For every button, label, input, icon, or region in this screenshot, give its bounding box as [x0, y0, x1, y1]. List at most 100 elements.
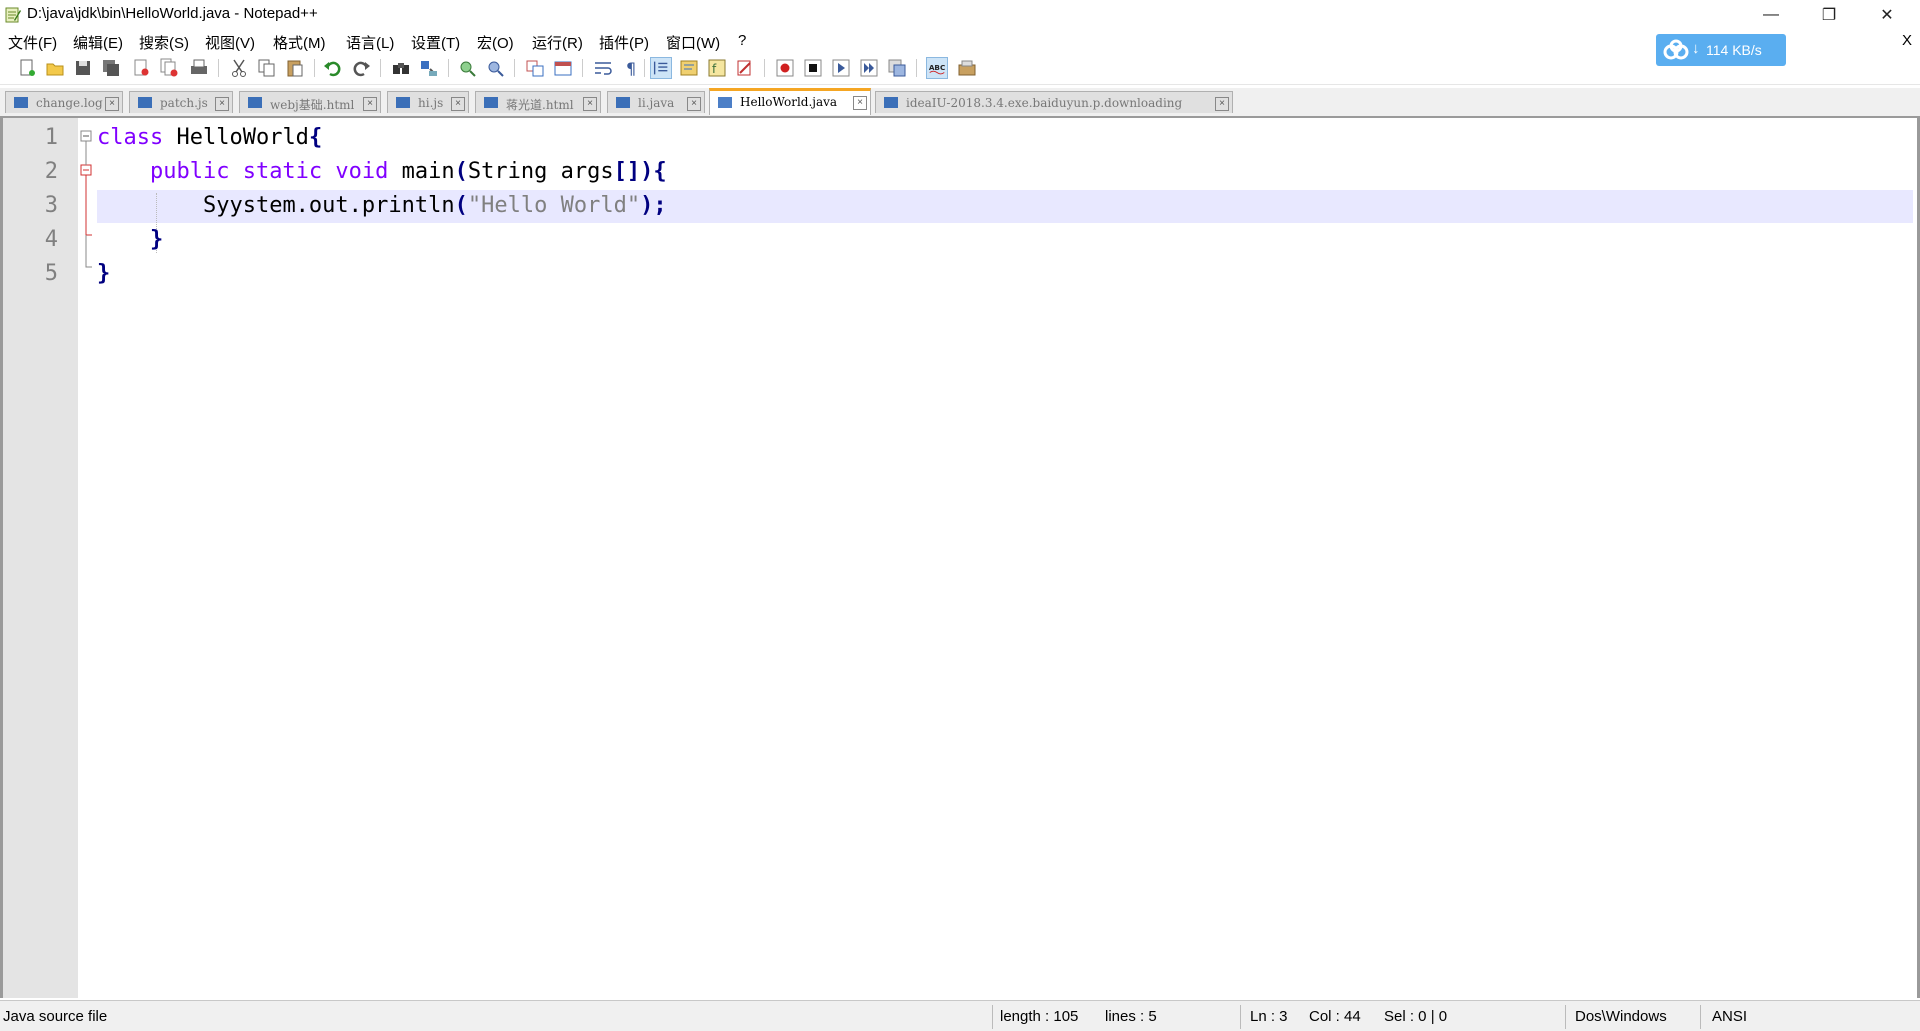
tab-label: 蒋光道.html — [506, 98, 574, 112]
window-title: D:\java\jdk\bin\HelloWorld.java - Notepa… — [27, 5, 318, 22]
identifier: main — [388, 159, 455, 184]
menu-search[interactable]: 搜索(S) — [139, 32, 189, 53]
status-separator — [1565, 1005, 1566, 1029]
minimize-icon: — — [1763, 6, 1779, 23]
menu-view[interactable]: 视图(V) — [205, 32, 255, 53]
restore-button[interactable]: ❐ — [1800, 0, 1858, 30]
redo-icon[interactable] — [350, 57, 372, 79]
file-icon — [616, 97, 630, 108]
tab-label: hi.js — [418, 96, 444, 110]
line-number: 5 — [44, 261, 58, 286]
sync-vertical-icon[interactable] — [524, 57, 546, 79]
menu-plugins[interactable]: 插件(P) — [599, 32, 649, 53]
file-icon — [484, 97, 498, 108]
status-length: length : 105 — [1000, 1008, 1079, 1025]
code-line-5: } — [97, 261, 110, 286]
file-icon — [14, 97, 28, 108]
menu-edit[interactable]: 编辑(E) — [73, 32, 123, 53]
toolbar-separator — [582, 59, 583, 77]
fold-markers — [80, 130, 92, 268]
sync-horizontal-icon[interactable] — [552, 57, 574, 79]
doc-map-icon[interactable] — [678, 57, 700, 79]
tab-close-icon[interactable]: × — [363, 97, 377, 111]
paste-icon[interactable] — [284, 57, 306, 79]
toolbar: ¶ f ABC — [0, 52, 1920, 85]
identifier: Syystem.out.println — [202, 193, 455, 218]
tab-li-java[interactable]: li.java × — [607, 91, 705, 113]
menu-macro[interactable]: 宏(O) — [477, 32, 514, 53]
tab-ideaiu-download[interactable]: ideaIU-2018.3.4.exe.baiduyun.p.downloadi… — [875, 91, 1233, 113]
menu-window[interactable]: 窗口(W) — [666, 32, 720, 53]
tab-label: ideaIU-2018.3.4.exe.baiduyun.p.downloadi… — [906, 96, 1183, 110]
tab-close-icon[interactable]: × — [853, 96, 867, 110]
tab-hi-js[interactable]: hi.js × — [387, 91, 469, 113]
paren: ) — [640, 159, 654, 184]
tab-patch-js[interactable]: patch.js × — [129, 91, 233, 113]
find-icon[interactable] — [390, 57, 412, 79]
copy-icon[interactable] — [256, 57, 278, 79]
tab-close-icon[interactable]: × — [583, 97, 597, 111]
indent-guide-icon[interactable] — [650, 57, 672, 79]
close-window-button[interactable]: ✕ — [1858, 0, 1916, 30]
cut-icon[interactable] — [228, 57, 250, 79]
folder-workspace-icon[interactable] — [734, 57, 756, 79]
menu-format[interactable]: 格式(M) — [273, 32, 326, 53]
save-icon[interactable] — [72, 57, 94, 79]
status-file-type: Java source file — [3, 1008, 108, 1025]
paren: ( — [454, 193, 468, 218]
tab-webj-html[interactable]: webj基础.html × — [239, 91, 381, 113]
show-all-chars-icon[interactable]: ¶ — [620, 57, 642, 79]
plugin-icon[interactable] — [956, 57, 978, 79]
spellcheck-icon[interactable]: ABC — [926, 57, 948, 79]
download-speed-widget[interactable]: ↓ 114 KB/s — [1656, 34, 1786, 66]
function-list-icon[interactable]: f — [706, 57, 728, 79]
tab-change-log[interactable]: change.log × — [5, 91, 123, 113]
tab-close-icon[interactable]: × — [105, 97, 119, 111]
tab-label: webj基础.html — [270, 98, 355, 112]
status-eol[interactable]: Dos\Windows — [1575, 1008, 1667, 1025]
paren: ( — [454, 159, 468, 184]
undo-icon[interactable] — [322, 57, 344, 79]
new-file-icon[interactable] — [16, 57, 38, 79]
menu-help[interactable]: ? — [738, 32, 746, 49]
stop-macro-icon[interactable] — [802, 57, 824, 79]
zoom-out-icon[interactable] — [484, 57, 506, 79]
tab-close-icon[interactable]: × — [687, 97, 701, 111]
save-all-icon[interactable] — [100, 57, 122, 79]
toolbar-separator — [218, 59, 219, 77]
record-macro-icon[interactable] — [774, 57, 796, 79]
replace-icon[interactable] — [418, 57, 440, 79]
close-document-button[interactable]: X — [1902, 32, 1912, 49]
save-macro-icon[interactable] — [886, 57, 908, 79]
baidu-netdisk-icon — [1663, 39, 1689, 60]
tab-close-icon[interactable]: × — [451, 97, 465, 111]
paren: ); — [640, 193, 667, 218]
title-bar: D:\java\jdk\bin\HelloWorld.java - Notepa… — [0, 0, 1920, 30]
tab-jiang-html[interactable]: 蒋光道.html × — [475, 91, 601, 113]
toolbar-separator — [380, 59, 381, 77]
word-wrap-icon[interactable] — [592, 57, 614, 79]
open-file-icon[interactable] — [44, 57, 66, 79]
menu-language[interactable]: 语言(L) — [346, 32, 394, 53]
menu-file[interactable]: 文件(F) — [8, 32, 57, 53]
restore-icon: ❐ — [1821, 7, 1837, 24]
minimize-button[interactable]: — — [1742, 0, 1800, 30]
menu-run[interactable]: 运行(R) — [532, 32, 583, 53]
menu-settings[interactable]: 设置(T) — [411, 32, 460, 53]
status-encoding[interactable]: ANSI — [1712, 1008, 1747, 1025]
tab-close-icon[interactable]: × — [215, 97, 229, 111]
close-icon[interactable] — [130, 57, 152, 79]
zoom-in-icon[interactable] — [456, 57, 478, 79]
file-icon — [138, 97, 152, 108]
print-icon[interactable] — [188, 57, 210, 79]
tab-close-icon[interactable]: × — [1215, 97, 1229, 111]
tab-helloworld-java[interactable]: HelloWorld.java × — [709, 88, 871, 115]
status-ln: Ln : 3 — [1250, 1008, 1288, 1025]
editor-area[interactable] — [0, 118, 1920, 998]
play-macro-icon[interactable] — [830, 57, 852, 79]
run-macro-multiple-icon[interactable] — [858, 57, 880, 79]
toolbar-separator — [314, 59, 315, 77]
close-all-icon[interactable] — [158, 57, 180, 79]
